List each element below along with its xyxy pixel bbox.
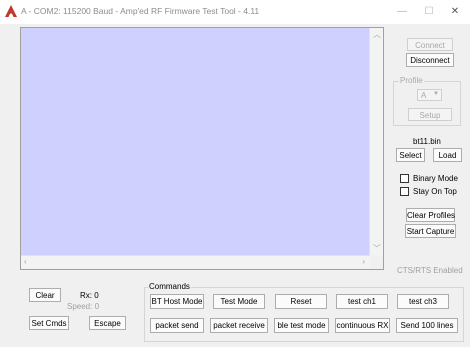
output-terminal[interactable]: ︿ ﹀ ‹ › [20,27,384,270]
connect-button[interactable]: Connect [407,38,453,51]
rx-counter: Rx: 0 [80,291,99,300]
firmware-file-name: bt11.bin [413,137,441,146]
ble-test-mode-button[interactable]: ble test mode [274,318,329,333]
profile-group-label: Profile [399,76,424,85]
window-title: A - COM2: 115200 Baud - Amp'ed RF Firmwa… [21,6,260,16]
horizontal-scrollbar[interactable]: ‹ › [21,255,370,269]
disconnect-button[interactable]: Disconnect [406,53,454,67]
cts-rts-status: CTS/RTS Enabled [397,266,463,275]
scroll-down-arrow-icon[interactable]: ﹀ [373,245,381,253]
title-bar: A - COM2: 115200 Baud - Amp'ed RF Firmwa… [0,0,470,24]
packet-send-button[interactable]: packet send [150,318,204,333]
vertical-scrollbar[interactable]: ︿ ﹀ [369,28,383,256]
stay-on-top-label: Stay On Top [413,187,457,196]
select-file-button[interactable]: Select [396,148,425,162]
binary-mode-label: Binary Mode [413,174,458,183]
test-ch1-button[interactable]: test ch1 [336,294,388,309]
load-button[interactable]: Load [433,148,462,162]
continuous-rx-button[interactable]: continuous RX [335,318,390,333]
profile-select[interactable]: A ▼ [417,89,442,101]
chevron-down-icon: ▼ [433,91,439,97]
commands-group-label: Commands [148,282,191,291]
scroll-right-arrow-icon[interactable]: › [362,258,365,266]
scroll-up-arrow-icon[interactable]: ︿ [373,31,381,39]
maximize-button[interactable]: ☐ [420,4,438,20]
scrollbar-corner [370,256,383,269]
setup-button[interactable]: Setup [408,108,452,121]
stay-on-top-checkbox[interactable] [400,187,409,196]
speed-readout: Speed: 0 [67,302,100,311]
reset-button[interactable]: Reset [275,294,327,309]
minimize-button[interactable]: — [393,4,411,20]
test-ch3-button[interactable]: test ch3 [397,294,449,309]
scroll-left-arrow-icon[interactable]: ‹ [24,258,27,266]
test-mode-button[interactable]: Test Mode [213,294,265,309]
profile-select-value: A [421,91,427,100]
start-capture-button[interactable]: Start Capture [405,224,456,238]
set-cmds-button[interactable]: Set Cmds [29,316,69,330]
clear-profiles-button[interactable]: Clear Profiles [406,208,455,222]
send-100-lines-button[interactable]: Send 100 lines [396,318,458,333]
packet-receive-button[interactable]: packet receive [210,318,268,333]
escape-button[interactable]: Escape [89,316,126,330]
binary-mode-checkbox[interactable] [400,174,409,183]
bt-host-mode-button[interactable]: BT Host Mode [150,294,204,309]
close-button[interactable]: ✕ [446,4,464,20]
app-logo-icon [5,5,17,17]
clear-button[interactable]: Clear [29,288,61,302]
